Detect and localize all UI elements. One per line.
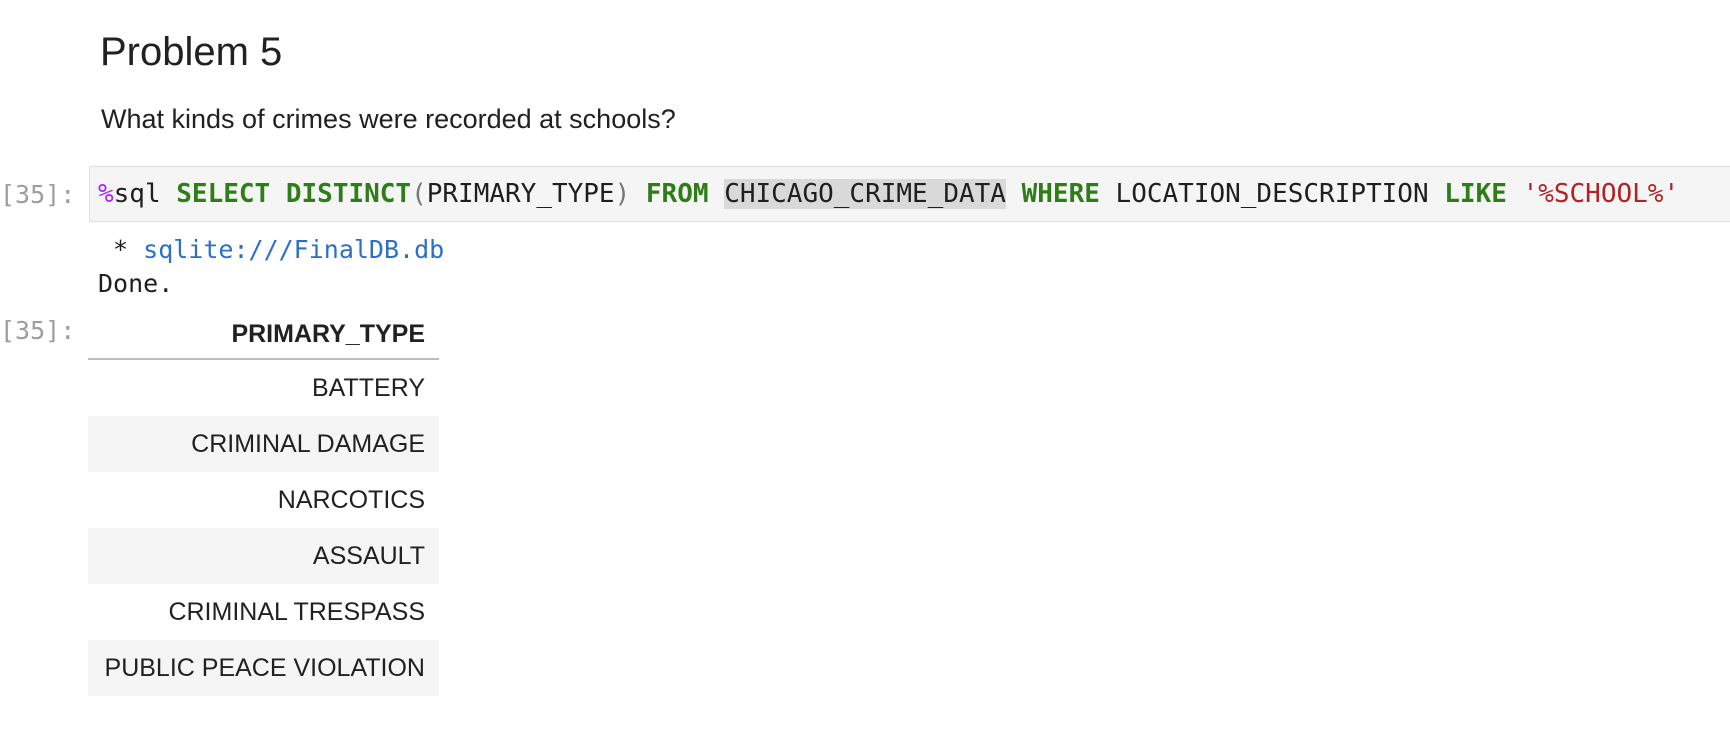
column-header-primary-type: PRIMARY_TYPE — [88, 310, 439, 360]
table-cell: CRIMINAL DAMAGE — [88, 416, 439, 472]
table-row: CRIMINAL DAMAGE — [88, 416, 439, 472]
selected-table-name: CHICAGO_CRIME_DATA — [724, 179, 1006, 209]
output-prompt: [35]: — [0, 316, 76, 345]
table-cell: BATTERY — [312, 373, 425, 402]
table-header-row: PRIMARY_TYPE — [88, 310, 439, 360]
connection-bullet: * — [98, 235, 144, 264]
column-name: PRIMARY_TYPE — [426, 179, 615, 209]
done-status: Done. — [98, 269, 174, 298]
string-pattern: '%SCHOOL%' — [1522, 179, 1680, 209]
keyword-select: SELECT — [176, 179, 271, 209]
keyword-where: WHERE — [1021, 179, 1100, 209]
table-cell: PUBLIC PEACE VIOLATION — [88, 640, 439, 696]
input-prompt: [35]: — [0, 180, 76, 209]
table-cell: NARCOTICS — [277, 485, 425, 514]
table-row: ASSAULT — [88, 528, 439, 584]
table-row: BATTERY — [88, 359, 439, 416]
paren-close: ) — [614, 179, 631, 209]
table-row: NARCOTICS — [88, 472, 439, 528]
table-row: PUBLIC PEACE VIOLATION — [88, 640, 439, 696]
markdown-question: What kinds of crimes were recorded at sc… — [101, 104, 676, 134]
connection-link[interactable]: sqlite:///FinalDB.db — [143, 235, 444, 264]
sql-magic-name: sql — [113, 179, 161, 209]
code-editor[interactable]: %sql SELECT DISTINCT(PRIMARY_TYPE) FROM … — [89, 166, 1730, 222]
table-row: CRIMINAL TRESPASS — [88, 584, 439, 640]
keyword-distinct: DISTINCT — [285, 179, 412, 209]
table-cell: ASSAULT — [88, 528, 439, 584]
output-stream: * sqlite:///FinalDB.db Done. — [98, 233, 444, 301]
paren-open: ( — [411, 179, 427, 209]
keyword-from: FROM — [645, 179, 709, 209]
markdown-heading: Problem 5 — [100, 30, 283, 74]
keyword-like: LIKE — [1444, 179, 1507, 209]
filter-column: LOCATION_DESCRIPTION — [1115, 179, 1429, 209]
table-cell: CRIMINAL TRESPASS — [168, 597, 425, 626]
result-table: PRIMARY_TYPE BATTERY CRIMINAL DAMAGE NAR… — [88, 310, 439, 696]
sql-magic-percent: % — [98, 179, 114, 209]
